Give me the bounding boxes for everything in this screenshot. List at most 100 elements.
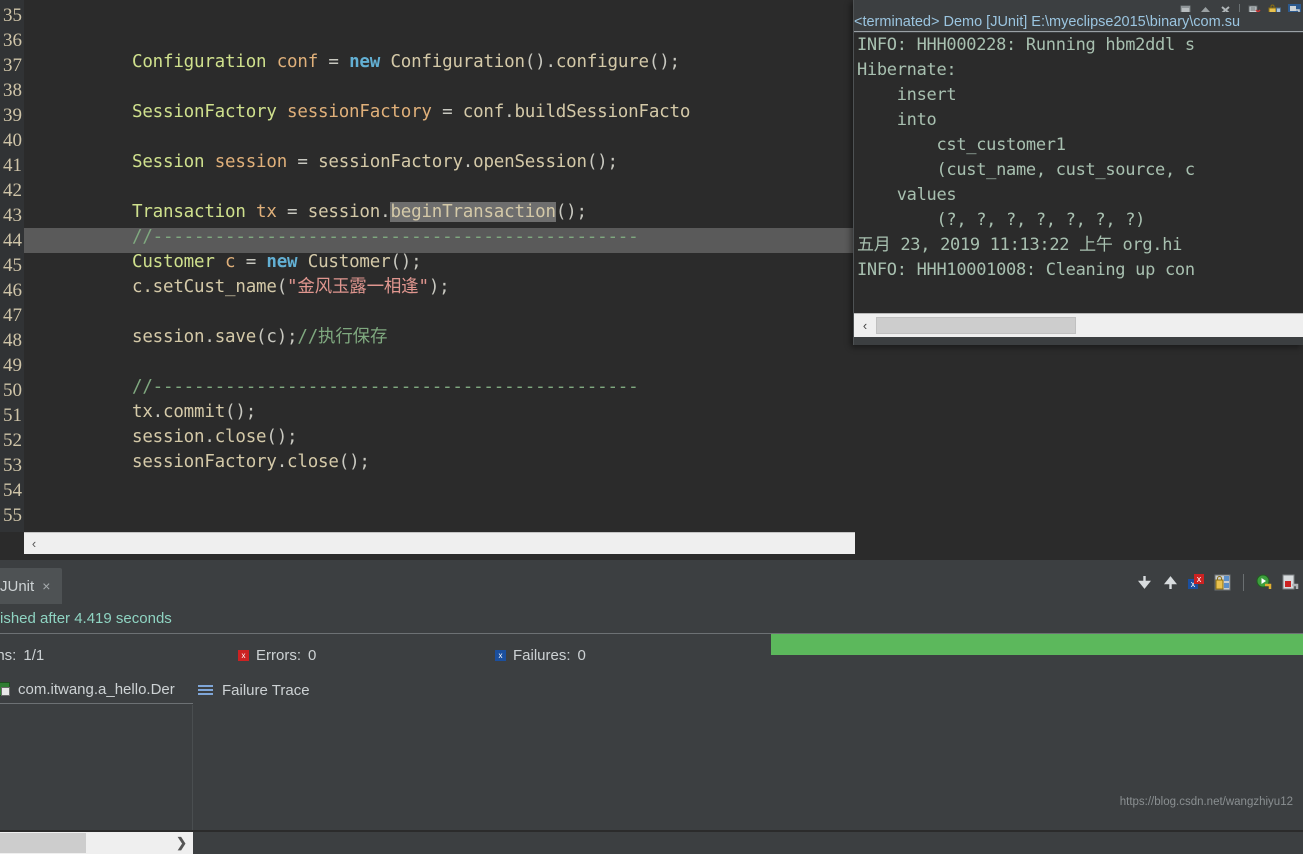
- line-number: 46: [3, 280, 22, 301]
- line-number: 37: [3, 55, 22, 76]
- code-token: Configuration: [132, 52, 267, 72]
- eclipse-ide-window: 35 36 37 38 39 40 41 42 43 44 45 46 47 48 49 50 51 52 53 54…: [0, 0, 1303, 854]
- code-line[interactable]: Transaction tx = session.beginTransactio…: [24, 200, 587, 225]
- rerun-failed-icon[interactable]: [1282, 574, 1299, 591]
- console-window[interactable]: <terminated> Demo [JUnit] E:\myeclipse20…: [853, 0, 1303, 345]
- code-token: ();: [266, 427, 298, 447]
- maximize-restore-icon[interactable]: [1199, 2, 1212, 13]
- test-class-icon: [0, 682, 10, 696]
- code-token: //执行保存: [297, 327, 388, 347]
- failure-trace-pane[interactable]: https://blog.csdn.net/wangzhiyu12: [193, 705, 1303, 830]
- line-number: 52: [3, 430, 22, 451]
- code-token: sessionFactory: [132, 452, 277, 472]
- console-scroll-left-icon[interactable]: ‹: [854, 315, 876, 337]
- console-line: INFO: HHH10001008: Cleaning up con: [857, 260, 1195, 280]
- code-token: save: [214, 327, 257, 347]
- lock-scroll-icon[interactable]: [1268, 2, 1281, 14]
- next-failure-icon[interactable]: [1136, 574, 1153, 591]
- errors-badge-icon: x: [238, 650, 249, 661]
- code-line[interactable]: tx.commit();: [24, 400, 256, 425]
- code-token: session: [132, 327, 205, 347]
- show-failures-only-icon[interactable]: x x: [1188, 573, 1205, 591]
- code-line[interactable]: Configuration conf = new Configuration()…: [24, 50, 680, 75]
- code-token: c.setCust_name: [132, 277, 277, 297]
- code-token: c: [225, 252, 236, 272]
- hierarchy-scrollbar-thumb[interactable]: [0, 833, 86, 853]
- failures-badge-icon: x: [495, 650, 506, 661]
- code-token: "金风玉露一相逢": [287, 277, 429, 297]
- junit-toolbar[interactable]: x x: [1136, 569, 1299, 595]
- tab-junit[interactable]: JUnit ×: [0, 568, 63, 604]
- line-number: 42: [3, 180, 22, 201]
- code-token: (c);: [256, 327, 298, 347]
- svg-text:x: x: [1197, 574, 1202, 584]
- code-token: tx: [256, 202, 277, 222]
- code-token: =: [287, 152, 319, 172]
- line-number: 44: [3, 230, 22, 251]
- code-line[interactable]: c.setCust_name("金风玉露一相逢");: [24, 275, 450, 300]
- junit-progress-bar: [771, 634, 1303, 655]
- code-token: Customer: [132, 252, 215, 272]
- code-line[interactable]: session.close();: [24, 425, 298, 450]
- clear-console-icon[interactable]: [1248, 2, 1261, 15]
- scroll-right-arrow-icon[interactable]: ❯: [176, 835, 187, 851]
- console-line: values: [857, 185, 957, 205]
- close-icon[interactable]: ×: [42, 578, 50, 594]
- line-number: 54: [3, 480, 22, 501]
- code-token: tx: [132, 402, 153, 422]
- line-number: 50: [3, 380, 22, 401]
- code-token: Session: [132, 152, 205, 172]
- junit-tab-label: JUnit: [0, 577, 35, 595]
- code-token: ().: [524, 52, 556, 72]
- junit-lower-tab-bar: com.itwang.a_hello.Der Failure Trace: [0, 675, 1303, 705]
- line-number: 35: [3, 5, 22, 26]
- code-token: close: [287, 452, 339, 472]
- console-scrollbar-thumb[interactable]: [876, 317, 1076, 334]
- test-hierarchy-horizontal-scrollbar[interactable]: ❯: [0, 832, 193, 854]
- code-line[interactable]: SessionFactory sessionFactory = conf.bui…: [24, 100, 690, 125]
- code-token: .: [204, 427, 215, 447]
- errors-counter: x Errors: 0: [238, 647, 316, 664]
- line-number: 38: [3, 80, 22, 101]
- console-line: (cust_name, cust_source, c: [857, 160, 1195, 180]
- code-editor[interactable]: 35 36 37 38 39 40 41 42 43 44 45 46 47 48 49 50 51 52 53 54…: [0, 0, 855, 560]
- console-line: Hibernate:: [857, 60, 957, 80]
- minimize-icon[interactable]: [1179, 2, 1192, 13]
- code-token: (: [276, 277, 288, 297]
- code-token: close: [214, 427, 267, 447]
- code-token: =: [276, 202, 308, 222]
- code-token: openSession: [473, 152, 587, 172]
- code-token: .: [152, 402, 164, 422]
- console-line: into: [857, 110, 937, 130]
- previous-failure-icon[interactable]: [1162, 574, 1179, 591]
- code-token: ();: [648, 52, 680, 72]
- console-output[interactable]: INFO: HHH000228: Running hbm2ddl s Hibern…: [854, 33, 1303, 313]
- scroll-left-arrow-icon[interactable]: ‹: [24, 534, 44, 554]
- test-hierarchy-pane[interactable]: [0, 705, 193, 830]
- console-horizontal-scrollbar[interactable]: ‹: [854, 313, 1303, 337]
- junit-tab-bar: JUnit × x x: [0, 560, 1303, 604]
- junit-bottom-right-filler: [193, 832, 1303, 854]
- lock-layout-icon[interactable]: [1214, 574, 1231, 591]
- code-line[interactable]: sessionFactory.close();: [24, 450, 370, 475]
- line-number: 45: [3, 255, 22, 276]
- editor-horizontal-scrollbar[interactable]: ‹: [24, 532, 855, 554]
- toolbar-separator: [1243, 573, 1244, 591]
- code-token: session: [307, 202, 381, 222]
- pin-console-icon[interactable]: [1288, 2, 1301, 15]
- code-line[interactable]: //--------------------------------------…: [24, 225, 639, 250]
- code-text-area[interactable]: Configuration conf = new Configuration()…: [24, 0, 855, 532]
- code-line[interactable]: Session session = sessionFactory.openSes…: [24, 150, 618, 175]
- code-token: ();: [390, 252, 422, 272]
- rerun-test-icon[interactable]: [1256, 574, 1273, 591]
- test-hierarchy-tab[interactable]: com.itwang.a_hello.Der: [0, 675, 193, 704]
- close-icon[interactable]: [1219, 2, 1232, 14]
- code-token: .: [204, 327, 215, 347]
- code-line[interactable]: Customer c = new Customer();: [24, 250, 422, 275]
- failure-trace-tab[interactable]: Failure Trace: [193, 675, 1303, 705]
- line-number: 48: [3, 330, 22, 351]
- line-number: 41: [3, 155, 22, 176]
- code-line[interactable]: //--------------------------------------…: [24, 375, 639, 400]
- code-line[interactable]: session.save(c);//执行保存: [24, 325, 387, 350]
